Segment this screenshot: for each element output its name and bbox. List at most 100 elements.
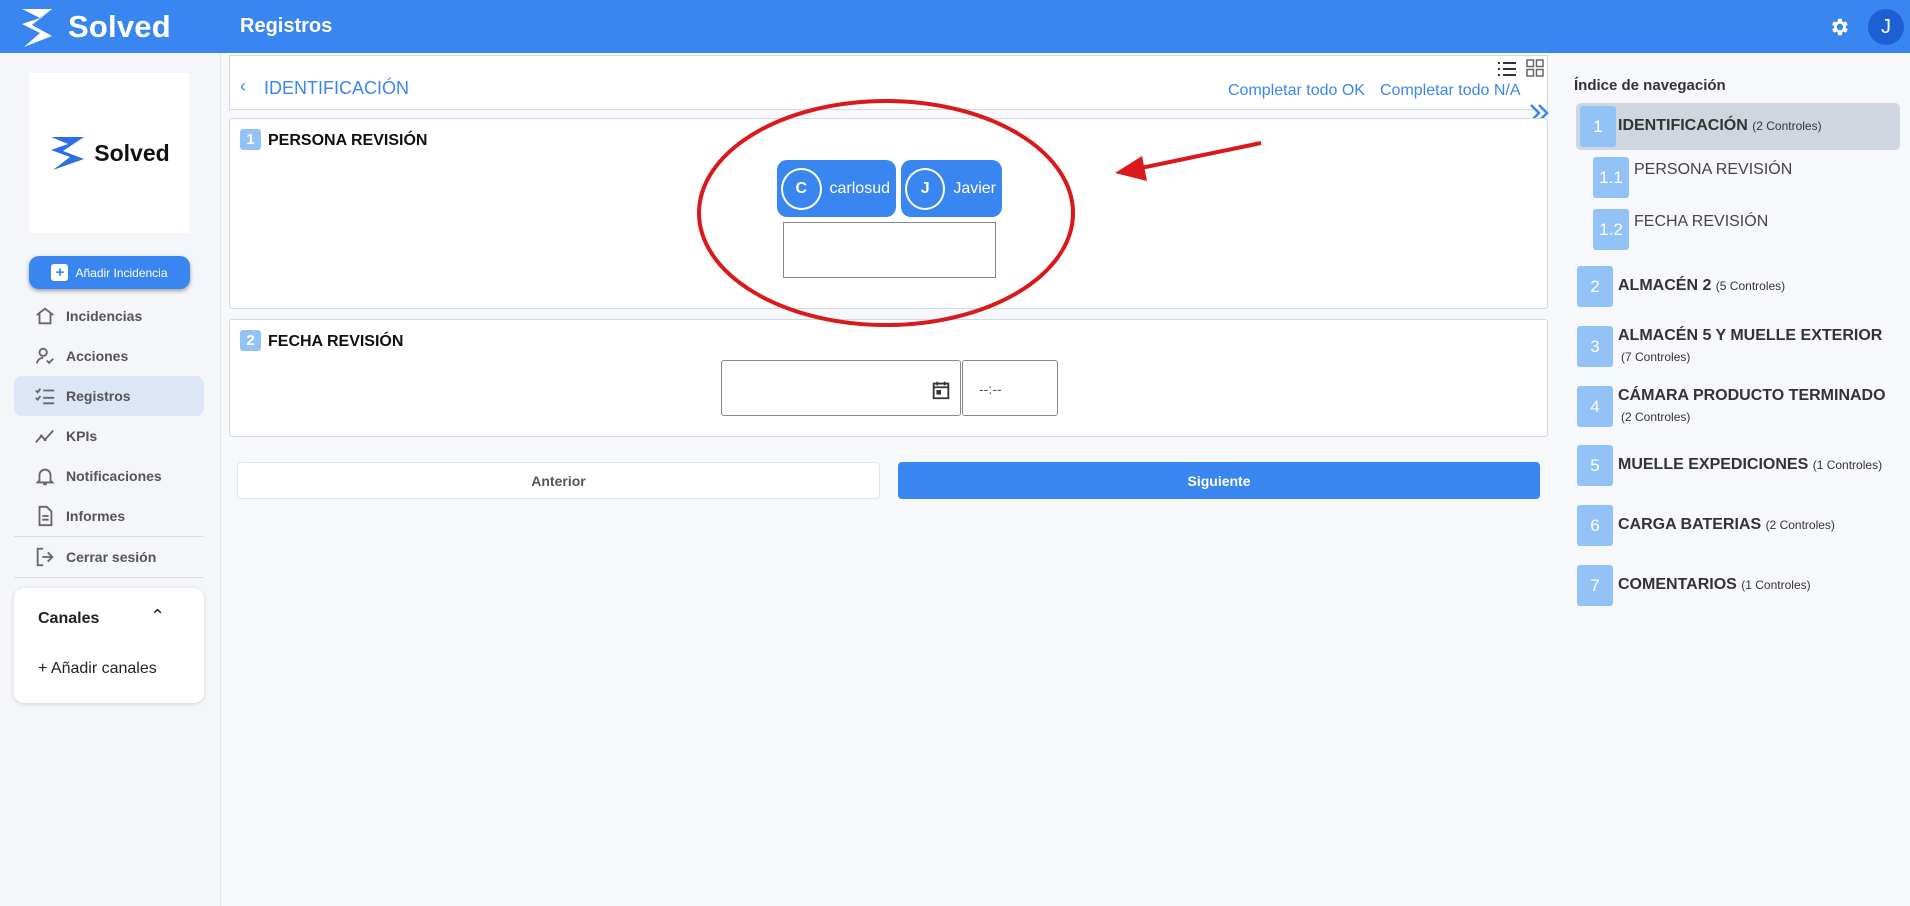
- plus-icon: +: [51, 264, 69, 281]
- bell-icon: [35, 468, 55, 486]
- index-item-carga-baterias[interactable]: 6 CARGA BATERIAS (2 Controles): [1576, 505, 1900, 546]
- index-label-text: CARGA BATERIAS: [1618, 516, 1762, 533]
- index-count: (2 Controles): [1752, 119, 1822, 133]
- navigation-index-title: Índice de navegación: [1574, 77, 1726, 94]
- index-item-comentarios[interactable]: 7 COMENTARIOS (1 Controles): [1576, 565, 1900, 606]
- section-header: ‹ IDENTIFICACIÓN Completar todo OK Compl…: [229, 55, 1548, 110]
- calendar-icon[interactable]: [930, 379, 952, 401]
- next-button[interactable]: Siguiente: [898, 462, 1540, 499]
- index-number-badge: 2: [1577, 266, 1613, 307]
- sidebar-item-label: Informes: [66, 508, 126, 524]
- logout-icon: [36, 547, 54, 567]
- add-incidence-button[interactable]: + Añadir Incidencia: [29, 256, 190, 289]
- channels-panel: Canales ⌃ + Añadir canales: [14, 588, 204, 703]
- chevron-left-icon[interactable]: ‹: [240, 76, 246, 97]
- solved-logo-icon: [51, 137, 85, 170]
- page-title: Registros: [240, 15, 333, 37]
- sidebar-item-acciones[interactable]: Acciones: [14, 336, 204, 376]
- index-item-muelle-expediciones[interactable]: 5 MUELLE EXPEDICIONES (1 Controles): [1576, 445, 1900, 486]
- index-count: (7 Controles): [1621, 350, 1691, 364]
- index-item-label: COMENTARIOS (1 Controles): [1618, 576, 1811, 594]
- index-count: (1 Controles): [1812, 458, 1883, 472]
- sidebar-item-label: KPIs: [66, 428, 98, 444]
- grid-view-icon[interactable]: [1526, 59, 1544, 77]
- index-item-label: CÁMARA PRODUCTO TERMINADO: [1618, 387, 1886, 404]
- index-item-label: ALMACÉN 2 (5 Controles): [1618, 277, 1785, 295]
- user-chip-name: Javier: [953, 179, 996, 197]
- index-label-text: COMENTARIOS: [1618, 576, 1737, 593]
- index-number-badge: 1.2: [1593, 209, 1629, 250]
- index-number-badge: 1: [1580, 106, 1616, 147]
- user-chip-carlosud[interactable]: C carlosud: [777, 160, 896, 217]
- index-item-label: MUELLE EXPEDICIONES (1 Controles): [1618, 456, 1882, 474]
- time-placeholder: --:--: [979, 381, 1002, 397]
- index-item-almacen-2[interactable]: 2 ALMACÉN 2 (5 Controles): [1576, 266, 1900, 307]
- index-label-text: IDENTIFICACIÓN: [1618, 117, 1748, 134]
- solved-logo-icon: [22, 9, 52, 47]
- index-subitem-fecha-revision[interactable]: 1.2 FECHA REVISIÓN: [1576, 209, 1900, 250]
- user-avatar[interactable]: J: [1868, 9, 1904, 45]
- sidebar: Solved + Añadir Incidencia Incidencias A…: [0, 53, 221, 906]
- user-initial-avatar: C: [781, 167, 822, 210]
- chevron-up-icon[interactable]: ⌃: [150, 606, 165, 627]
- channels-title: Canales: [38, 610, 100, 627]
- index-subitem-label: PERSONA REVISIÓN: [1634, 161, 1793, 178]
- index-subitem-label: FECHA REVISIÓN: [1634, 213, 1769, 230]
- sidebar-item-informes[interactable]: Informes: [14, 496, 204, 536]
- question-number-badge: 1: [240, 129, 261, 150]
- index-subitem-persona-revision[interactable]: 1.1 PERSONA REVISIÓN: [1576, 157, 1900, 198]
- index-number-badge: 5: [1577, 445, 1613, 486]
- user-chip-javier[interactable]: J Javier: [901, 160, 1002, 217]
- sidebar-item-incidencias[interactable]: Incidencias: [14, 296, 204, 336]
- sidebar-item-label: Notificaciones: [66, 468, 162, 484]
- index-number-badge: 3: [1577, 326, 1613, 367]
- home-icon: [36, 307, 54, 325]
- sidebar-item-label: Acciones: [66, 348, 129, 364]
- index-number-badge: 7: [1577, 565, 1613, 606]
- list-view-icon[interactable]: [1497, 61, 1517, 77]
- document-icon: [38, 505, 53, 527]
- sidebar-item-label: Incidencias: [66, 308, 143, 324]
- index-count: (2 Controles): [1621, 410, 1691, 424]
- user-check-icon: [35, 347, 54, 365]
- index-label-text: MUELLE EXPEDICIONES: [1618, 456, 1809, 473]
- user-initial-avatar: J: [905, 167, 946, 210]
- index-item-label: IDENTIFICACIÓN (2 Controles): [1618, 117, 1822, 135]
- index-count: (2 Controles): [1765, 518, 1835, 532]
- gear-icon[interactable]: [1828, 16, 1850, 38]
- add-channels-link[interactable]: + Añadir canales: [38, 660, 157, 678]
- question-card-persona-revision: 1 PERSONA REVISIÓN C carlosud J Javier: [229, 118, 1548, 309]
- question-card-fecha-revision: 2 FECHA REVISIÓN --:--: [229, 319, 1548, 437]
- time-input[interactable]: --:--: [962, 360, 1058, 416]
- previous-button[interactable]: Anterior: [237, 462, 880, 499]
- brand-logo[interactable]: Solved: [18, 5, 171, 49]
- index-count: (5 Controles): [1715, 279, 1786, 293]
- index-number-badge: 4: [1577, 386, 1613, 427]
- sidebar-item-cerrar-sesion[interactable]: Cerrar sesión: [14, 537, 204, 577]
- index-number-badge: 6: [1577, 505, 1613, 546]
- add-incidence-label: Añadir Incidencia: [75, 265, 168, 280]
- top-bar: Solved Registros J: [0, 0, 1910, 53]
- index-item-label: ALMACÉN 5 Y MUELLE EXTERIOR: [1618, 327, 1883, 344]
- checklist-icon: [35, 388, 55, 405]
- index-item-camara-producto[interactable]: 4 CÁMARA PRODUCTO TERMINADO (2 Controles…: [1576, 386, 1900, 427]
- index-count: (1 Controles): [1741, 578, 1811, 592]
- question-title: PERSONA REVISIÓN: [268, 132, 428, 149]
- index-item-almacen-5[interactable]: 3 ALMACÉN 5 Y MUELLE EXTERIOR (7 Control…: [1576, 326, 1900, 367]
- index-item-label: CARGA BATERIAS (2 Controles): [1618, 516, 1835, 534]
- sidebar-divider: [14, 577, 204, 578]
- sidebar-item-notificaciones[interactable]: Notificaciones: [14, 456, 204, 496]
- sidebar-item-label: Registros: [66, 388, 131, 404]
- complete-all-na-link[interactable]: Completar todo N/A: [1380, 82, 1521, 100]
- date-input[interactable]: [721, 360, 961, 416]
- persona-text-input[interactable]: [783, 222, 996, 278]
- sidebar-item-label: Cerrar sesión: [66, 549, 157, 565]
- company-logo: Solved: [29, 73, 189, 233]
- sidebar-item-registros[interactable]: Registros: [14, 376, 204, 416]
- sidebar-item-kpis[interactable]: KPIs: [14, 416, 204, 456]
- index-item-identificacion[interactable]: 1 IDENTIFICACIÓN (2 Controles): [1576, 103, 1900, 150]
- complete-all-ok-link[interactable]: Completar todo OK: [1228, 82, 1365, 100]
- section-title: IDENTIFICACIÓN: [264, 78, 410, 98]
- brand-name: Solved: [68, 9, 171, 44]
- question-number-badge: 2: [240, 330, 261, 351]
